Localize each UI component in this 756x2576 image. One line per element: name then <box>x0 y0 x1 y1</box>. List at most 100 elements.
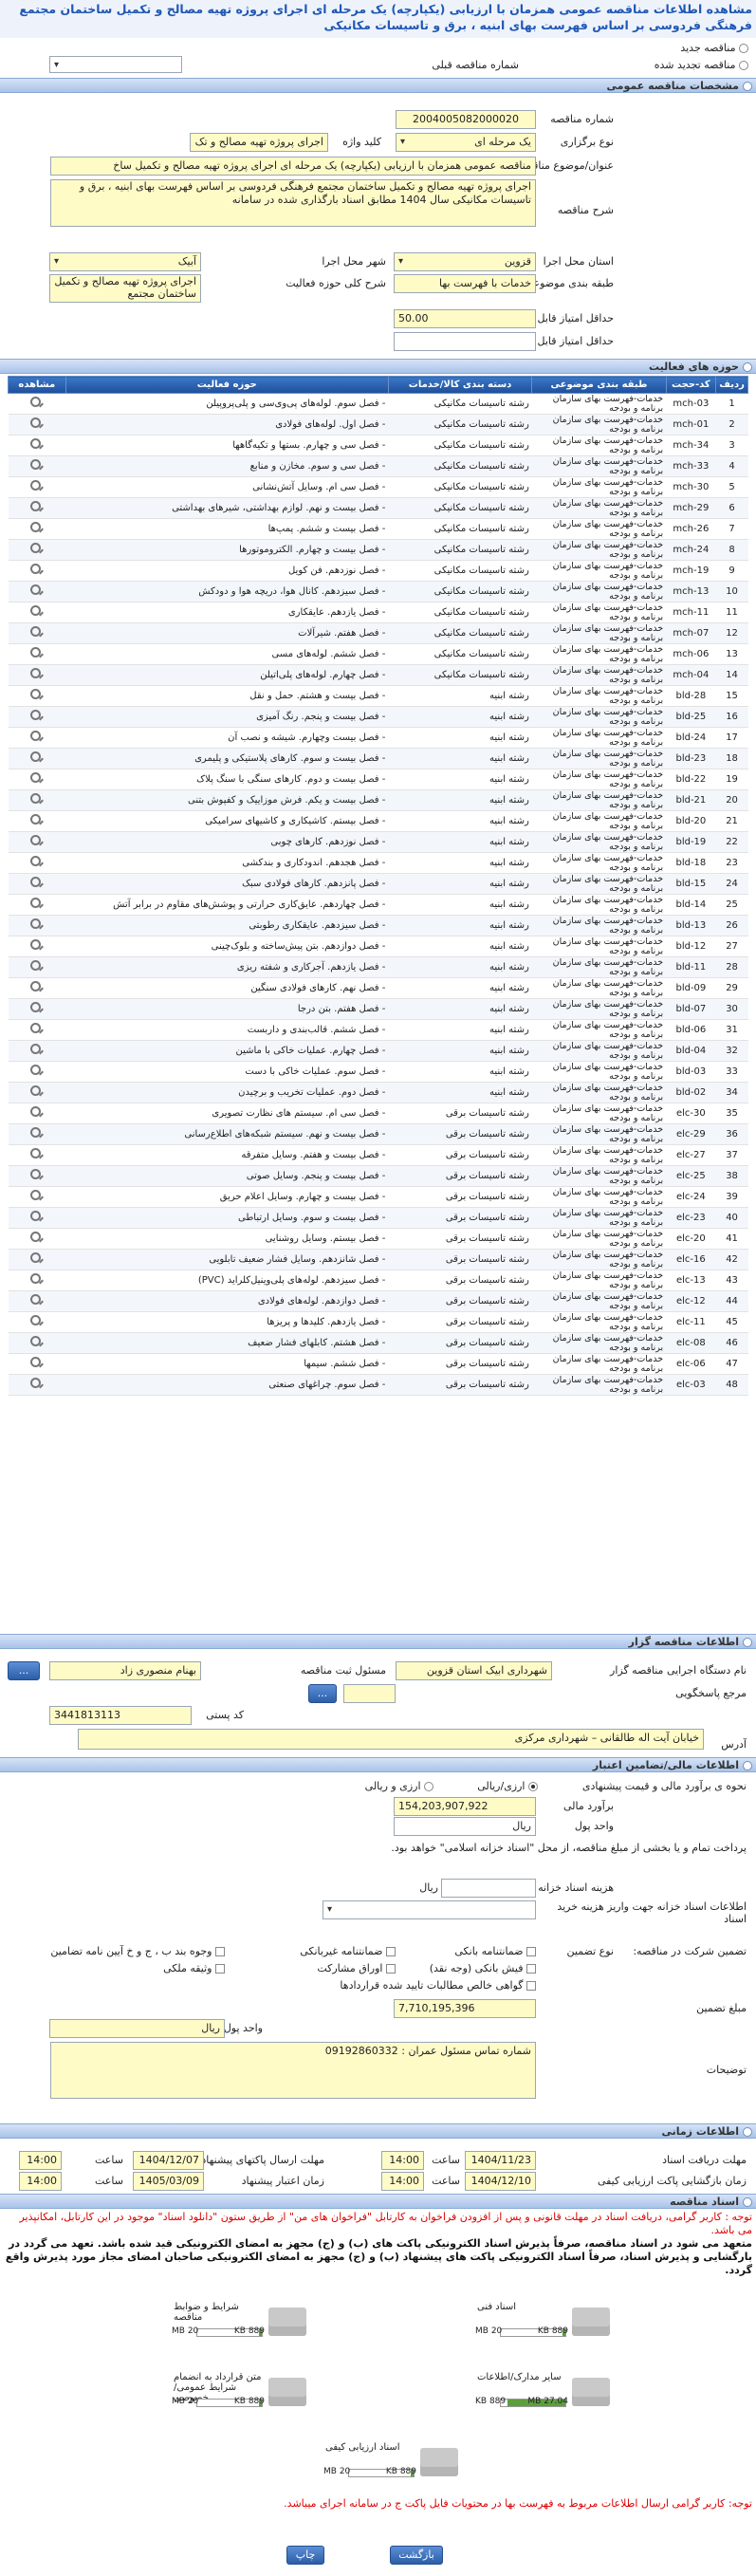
magnifier-icon[interactable] <box>29 1252 44 1264</box>
document-tile[interactable]: اسناد فنی 889 KB 20 MB <box>471 2294 614 2353</box>
magnifier-icon[interactable] <box>29 877 44 888</box>
g6[interactable]: وجوه بند ب ، ج و خ آیین نامه تضامین <box>50 1945 225 1957</box>
g7[interactable]: گواهی خالص مطالبات تایید شده قراردادها <box>340 1979 536 1992</box>
magnifier-icon[interactable] <box>29 751 44 763</box>
magnifier-icon[interactable] <box>29 689 44 700</box>
magnifier-icon[interactable] <box>29 1065 44 1076</box>
ref-field <box>343 1684 396 1703</box>
magnifier-icon[interactable] <box>29 814 44 825</box>
ref-more-button[interactable]: ... <box>308 1684 337 1703</box>
magnifier-icon[interactable] <box>29 793 44 805</box>
magnifier-icon[interactable] <box>29 564 44 575</box>
class-cell: خدمات-فهرست بهای سازمان برنامه و بودجه <box>531 539 667 561</box>
document-tile[interactable]: اسناد ارزیابی کیفی 889 KB 20 MB <box>320 2435 462 2493</box>
magnifier-icon[interactable] <box>29 1148 44 1159</box>
magnifier-icon[interactable] <box>29 1044 44 1055</box>
magnifier-icon[interactable] <box>29 480 44 491</box>
magnifier-icon[interactable] <box>29 1273 44 1285</box>
magnifier-icon[interactable] <box>29 501 44 512</box>
opt-rial[interactable]: ارزی/ریالی <box>477 1780 538 1792</box>
table-row: 14 mch-04 خدمات-فهرست بهای سازمان برنامه و… <box>8 664 748 686</box>
row-number-cell: 43 <box>715 1269 748 1291</box>
g3[interactable]: وثیقه ملکی <box>163 1962 225 1974</box>
g4[interactable]: فیش بانکی (وجه نقد) <box>430 1962 536 1974</box>
magnifier-icon[interactable] <box>29 856 44 867</box>
back-button[interactable]: بازگشت <box>390 2546 443 2565</box>
category-cell: رشته ابنیه <box>388 1019 532 1041</box>
class-cell: خدمات-فهرست بهای سازمان برنامه و بودجه <box>531 1249 667 1270</box>
g5[interactable]: اوراق مشارکت <box>317 1962 396 1974</box>
magnifier-icon[interactable] <box>29 1023 44 1034</box>
document-tile[interactable]: سایر مدارک/اطلاعات 27.04 MB 889 KB <box>471 2364 614 2423</box>
send-label: مهلت ارسال پاکتهای پیشنهاد <box>201 2154 324 2166</box>
class-cell: خدمات-فهرست بهای سازمان برنامه و بودجه <box>531 956 667 978</box>
radio-renewed[interactable]: مناقصه تجدید شده <box>655 59 748 71</box>
magnifier-icon[interactable] <box>29 1190 44 1201</box>
more-button[interactable]: ... <box>8 1661 40 1680</box>
magnifier-icon[interactable] <box>29 1357 44 1368</box>
g1[interactable]: ضمانتنامه بانکی <box>454 1945 536 1957</box>
scope-cell: - فصل سی ام. سیستم های نظارت تصویری <box>65 1103 389 1124</box>
table-row: 16 bld-25 خدمات-فهرست بهای سازمان برنامه و… <box>8 706 748 728</box>
row-number-cell: 40 <box>715 1207 748 1229</box>
magnifier-icon[interactable] <box>29 438 44 450</box>
magnifier-icon[interactable] <box>29 772 44 784</box>
magnifier-icon[interactable] <box>29 626 44 638</box>
collapse-icon[interactable] <box>743 1761 752 1770</box>
magnifier-icon[interactable] <box>29 731 44 742</box>
magnifier-icon[interactable] <box>29 605 44 617</box>
magnifier-icon[interactable] <box>29 1294 44 1306</box>
magnifier-icon[interactable] <box>29 898 44 909</box>
magnifier-icon[interactable] <box>29 459 44 471</box>
magnifier-icon[interactable] <box>29 1378 44 1389</box>
magnifier-icon[interactable] <box>29 835 44 846</box>
magnifier-icon[interactable] <box>29 668 44 679</box>
mintech-field <box>394 332 536 351</box>
magnifier-icon[interactable] <box>29 1127 44 1139</box>
magnifier-icon[interactable] <box>29 1169 44 1180</box>
view-cell <box>8 894 66 916</box>
row-number-cell: 47 <box>715 1353 748 1375</box>
magnifier-icon[interactable] <box>29 417 44 429</box>
prev-number-select[interactable] <box>49 56 182 73</box>
magnifier-icon[interactable] <box>29 981 44 992</box>
collapse-icon[interactable] <box>743 2127 752 2137</box>
document-tile[interactable]: شرایط و ضوابط مناقصه 889 KB 20 MB <box>168 2294 310 2353</box>
collapse-icon[interactable] <box>743 1638 752 1647</box>
section-general-title: مشخصات مناقصه عمومی <box>606 80 739 92</box>
magnifier-icon[interactable] <box>29 1002 44 1013</box>
province-label: استان محل اجرا <box>543 255 614 268</box>
collapse-icon[interactable] <box>743 2197 752 2207</box>
magnifier-icon[interactable] <box>29 397 44 408</box>
code-cell: bld-03 <box>666 1061 716 1083</box>
magnifier-icon[interactable] <box>29 647 44 658</box>
collapse-icon[interactable] <box>743 362 752 372</box>
magnifier-icon[interactable] <box>29 1336 44 1347</box>
magnifier-icon[interactable] <box>29 939 44 951</box>
opt-fx[interactable]: ارزی و ریالی <box>365 1780 433 1792</box>
view-cell <box>8 1207 66 1229</box>
print-button[interactable]: چاپ <box>286 2546 324 2565</box>
treasury-info-select[interactable] <box>323 1900 536 1919</box>
magnifier-icon[interactable] <box>29 584 44 596</box>
class-cell: خدمات-فهرست بهای سازمان برنامه و بودجه <box>531 1061 667 1083</box>
magnifier-icon[interactable] <box>29 918 44 930</box>
magnifier-icon[interactable] <box>29 1211 44 1222</box>
magnifier-icon[interactable] <box>29 960 44 972</box>
type-select[interactable]: یک مرحله ای <box>396 133 536 152</box>
document-tile[interactable]: متن قرارداد به انضمام شرایط عمومی/خصوصی 8… <box>168 2364 310 2423</box>
province-select[interactable]: قزوین <box>394 252 536 271</box>
magnifier-icon[interactable] <box>29 1085 44 1097</box>
magnifier-icon[interactable] <box>29 710 44 721</box>
magnifier-icon[interactable] <box>29 1315 44 1326</box>
radio-new[interactable]: مناقصه جدید <box>680 42 748 54</box>
magnifier-icon[interactable] <box>29 522 44 533</box>
magnifier-icon[interactable] <box>29 1232 44 1243</box>
code-cell: mch-24 <box>666 539 716 561</box>
collapse-icon[interactable] <box>743 82 752 91</box>
city-select[interactable]: آبیک <box>49 252 201 271</box>
magnifier-icon[interactable] <box>29 543 44 554</box>
g2[interactable]: ضمانتنامه غیربانکی <box>300 1945 396 1957</box>
table-row: 18 bld-23 خدمات-فهرست بهای سازمان برنامه و… <box>8 748 748 769</box>
magnifier-icon[interactable] <box>29 1106 44 1118</box>
